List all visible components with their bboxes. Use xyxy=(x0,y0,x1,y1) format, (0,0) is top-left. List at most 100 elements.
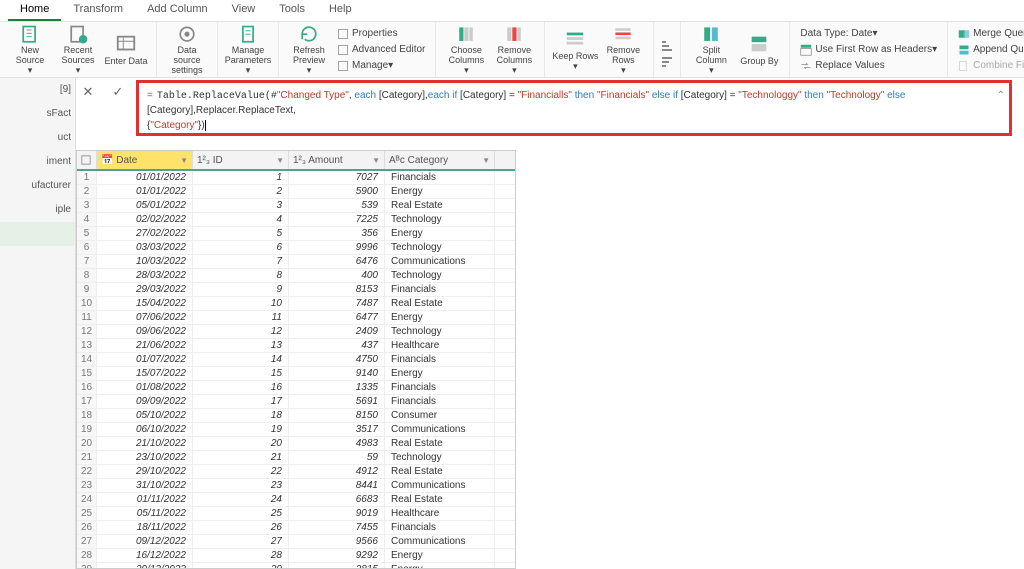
cell-id[interactable]: 27 xyxy=(193,535,289,548)
cell-amount[interactable]: 9019 xyxy=(289,507,385,520)
cell-date[interactable]: 03/03/2022 xyxy=(97,241,193,254)
cell-date[interactable]: 29/10/2022 xyxy=(97,465,193,478)
cell-id[interactable]: 28 xyxy=(193,549,289,562)
table-row[interactable]: 2929/12/2022292815Energy xyxy=(77,563,515,568)
table-row[interactable]: 1209/06/2022122409Technology xyxy=(77,325,515,339)
cell-amount[interactable]: 59 xyxy=(289,451,385,464)
cell-category[interactable]: Financials xyxy=(385,353,495,366)
cell-amount[interactable]: 7487 xyxy=(289,297,385,310)
cell-date[interactable]: 09/09/2022 xyxy=(97,395,193,408)
sort-asc-icon[interactable] xyxy=(660,38,674,52)
tab-help[interactable]: Help xyxy=(317,0,364,21)
cell-id[interactable]: 4 xyxy=(193,213,289,226)
cell-category[interactable]: Real Estate xyxy=(385,493,495,506)
cell-id[interactable]: 24 xyxy=(193,493,289,506)
tab-add-column[interactable]: Add Column xyxy=(135,0,220,21)
remove-columns-button[interactable]: Remove Columns▾ xyxy=(490,24,538,76)
cell-date[interactable]: 05/01/2022 xyxy=(97,199,193,212)
cell-date[interactable]: 10/03/2022 xyxy=(97,255,193,268)
cell-category[interactable]: Real Estate xyxy=(385,297,495,310)
cell-id[interactable]: 23 xyxy=(193,479,289,492)
table-row[interactable]: 2709/12/2022279566Communications xyxy=(77,535,515,549)
cell-date[interactable]: 31/10/2022 xyxy=(97,479,193,492)
chevron-down-icon[interactable]: ▼ xyxy=(372,156,380,165)
cell-category[interactable]: Healthcare xyxy=(385,507,495,520)
cell-amount[interactable]: 6477 xyxy=(289,311,385,324)
cell-category[interactable]: Real Estate xyxy=(385,437,495,450)
grid-body[interactable]: 101/01/202217027Financials201/01/2022259… xyxy=(77,171,515,568)
cell-amount[interactable]: 6476 xyxy=(289,255,385,268)
cell-category[interactable]: Real Estate xyxy=(385,199,495,212)
cell-id[interactable]: 14 xyxy=(193,353,289,366)
merge-queries-button[interactable]: Merge Queries▾ xyxy=(954,26,1024,42)
remove-rows-button[interactable]: Remove Rows▾ xyxy=(599,24,647,76)
cell-id[interactable]: 12 xyxy=(193,325,289,338)
cell-amount[interactable]: 3517 xyxy=(289,423,385,436)
cell-id[interactable]: 19 xyxy=(193,423,289,436)
cell-id[interactable]: 25 xyxy=(193,507,289,520)
cell-id[interactable]: 15 xyxy=(193,367,289,380)
table-row[interactable]: 710/03/202276476Communications xyxy=(77,255,515,269)
group-by-button[interactable]: Group By xyxy=(735,24,783,76)
data-source-settings-button[interactable]: Data source settings xyxy=(163,24,211,76)
cell-date[interactable]: 28/03/2022 xyxy=(97,269,193,282)
cell-category[interactable]: Communications xyxy=(385,479,495,492)
properties-button[interactable]: Properties xyxy=(333,26,429,42)
table-row[interactable]: 305/01/20223539Real Estate xyxy=(77,199,515,213)
cell-amount[interactable]: 539 xyxy=(289,199,385,212)
cell-amount[interactable]: 7455 xyxy=(289,521,385,534)
table-row[interactable]: 402/02/202247225Technology xyxy=(77,213,515,227)
cell-category[interactable]: Energy xyxy=(385,549,495,562)
table-row[interactable]: 2331/10/2022238441Communications xyxy=(77,479,515,493)
cell-category[interactable]: Energy xyxy=(385,227,495,240)
cell-amount[interactable]: 400 xyxy=(289,269,385,282)
cell-id[interactable]: 20 xyxy=(193,437,289,450)
cell-id[interactable]: 3 xyxy=(193,199,289,212)
cell-date[interactable]: 23/10/2022 xyxy=(97,451,193,464)
cell-category[interactable]: Energy xyxy=(385,311,495,324)
combine-files-button[interactable]: Combine Files xyxy=(954,58,1024,74)
cell-date[interactable]: 01/11/2022 xyxy=(97,493,193,506)
replace-values-button[interactable]: Replace Values xyxy=(796,58,941,74)
table-row[interactable]: 2618/11/2022267455Financials xyxy=(77,521,515,535)
manage-parameters-button[interactable]: Manage Parameters▾ xyxy=(224,24,272,76)
table-row[interactable]: 1515/07/2022159140Energy xyxy=(77,367,515,381)
data-type-button[interactable]: Data Type: Date▾ xyxy=(796,26,941,42)
cell-amount[interactable]: 1335 xyxy=(289,381,385,394)
cell-amount[interactable]: 2815 xyxy=(289,563,385,568)
cell-date[interactable]: 29/03/2022 xyxy=(97,283,193,296)
manage-button[interactable]: Manage▾ xyxy=(333,58,429,74)
cell-category[interactable]: Communications xyxy=(385,423,495,436)
table-row[interactable]: 2021/10/2022204983Real Estate xyxy=(77,437,515,451)
cell-date[interactable]: 27/02/2022 xyxy=(97,227,193,240)
cell-id[interactable]: 16 xyxy=(193,381,289,394)
cell-amount[interactable]: 356 xyxy=(289,227,385,240)
cell-category[interactable]: Real Estate xyxy=(385,465,495,478)
cell-date[interactable]: 01/01/2022 xyxy=(97,185,193,198)
cell-date[interactable]: 29/12/2022 xyxy=(97,563,193,568)
first-row-headers-button[interactable]: Use First Row as Headers▾ xyxy=(796,42,941,58)
table-row[interactable]: 201/01/202225900Energy xyxy=(77,185,515,199)
commit-formula-icon[interactable]: ✓ xyxy=(110,84,126,100)
cell-id[interactable]: 6 xyxy=(193,241,289,254)
cell-id[interactable]: 22 xyxy=(193,465,289,478)
cell-id[interactable]: 1 xyxy=(193,171,289,184)
cell-category[interactable]: Financials xyxy=(385,521,495,534)
table-row[interactable]: 527/02/20225356Energy xyxy=(77,227,515,241)
col-date-header[interactable]: 📅 Date▼ xyxy=(97,151,193,169)
tab-view[interactable]: View xyxy=(220,0,268,21)
cell-id[interactable]: 2 xyxy=(193,185,289,198)
cell-date[interactable]: 07/06/2022 xyxy=(97,311,193,324)
cell-amount[interactable]: 7027 xyxy=(289,171,385,184)
cell-amount[interactable]: 437 xyxy=(289,339,385,352)
query-item[interactable]: sFact xyxy=(0,102,75,126)
cell-amount[interactable]: 7225 xyxy=(289,213,385,226)
cell-category[interactable]: Energy xyxy=(385,563,495,568)
tab-tools[interactable]: Tools xyxy=(267,0,317,21)
query-item[interactable]: uct xyxy=(0,126,75,150)
cell-id[interactable]: 10 xyxy=(193,297,289,310)
cell-date[interactable]: 16/12/2022 xyxy=(97,549,193,562)
recent-sources-button[interactable]: Recent Sources▾ xyxy=(54,24,102,76)
cell-id[interactable]: 29 xyxy=(193,563,289,568)
cell-category[interactable]: Technology xyxy=(385,451,495,464)
